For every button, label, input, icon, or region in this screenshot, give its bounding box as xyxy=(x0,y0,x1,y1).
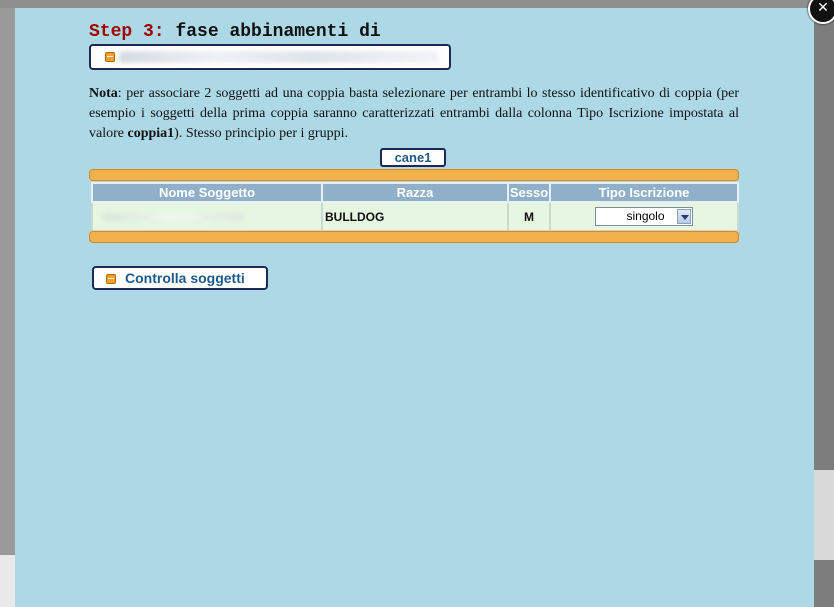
controlla-soggetti-label: Controlla soggetti xyxy=(125,270,245,286)
backdrop-left xyxy=(0,555,15,607)
header-tipo-iscrizione: Tipo Iscrizione xyxy=(549,182,739,203)
redacted-subject-name xyxy=(103,212,243,221)
subjects-panel: Nome Soggetto Razza Sesso Tipo Iscrizion… xyxy=(89,169,739,243)
cell-tipo-iscrizione: singolo xyxy=(549,201,739,232)
table-header-row: Nome Soggetto Razza Sesso Tipo Iscrizion… xyxy=(91,182,739,203)
modal-dialog: Step 3: fase abbinamenti di Nota: per as… xyxy=(15,8,814,607)
step-title-text: fase abbinamenti di xyxy=(175,22,381,42)
panel-bottom-bar xyxy=(89,231,739,243)
header-razza: Razza xyxy=(321,182,509,203)
note-value: coppia1 xyxy=(127,126,175,141)
redacted-owner-name xyxy=(119,51,439,63)
backdrop-top xyxy=(0,0,834,8)
cell-nome-soggetto xyxy=(91,201,323,232)
step-title: Step 3: fase abbinamenti di xyxy=(89,22,381,42)
panel-top-bar xyxy=(89,169,739,181)
bullet-icon xyxy=(105,52,115,62)
backdrop-image xyxy=(814,470,834,560)
note-label: Nota xyxy=(89,86,118,101)
note-text: Nota: per associare 2 soggetti ad una co… xyxy=(89,84,739,144)
select-value: singolo xyxy=(626,209,665,223)
tab-cane1[interactable]: cane1 xyxy=(380,148,446,167)
header-sesso: Sesso xyxy=(507,182,551,203)
table-row: BULLDOG M singolo xyxy=(91,201,739,232)
controlla-soggetti-button[interactable]: Controlla soggetti xyxy=(92,266,268,290)
step-prefix: Step 3: xyxy=(89,22,165,42)
owner-name-bar xyxy=(89,44,451,70)
bullet-icon xyxy=(106,274,116,284)
cell-sesso: M xyxy=(507,201,551,232)
cell-razza: BULLDOG xyxy=(321,201,509,232)
tipo-iscrizione-select[interactable]: singolo xyxy=(595,207,693,226)
subjects-table: Nome Soggetto Razza Sesso Tipo Iscrizion… xyxy=(91,182,739,232)
chevron-down-icon[interactable] xyxy=(677,209,691,224)
header-nome-soggetto: Nome Soggetto xyxy=(91,182,323,203)
note-part2: ). Stesso principio per i gruppi. xyxy=(174,126,348,141)
